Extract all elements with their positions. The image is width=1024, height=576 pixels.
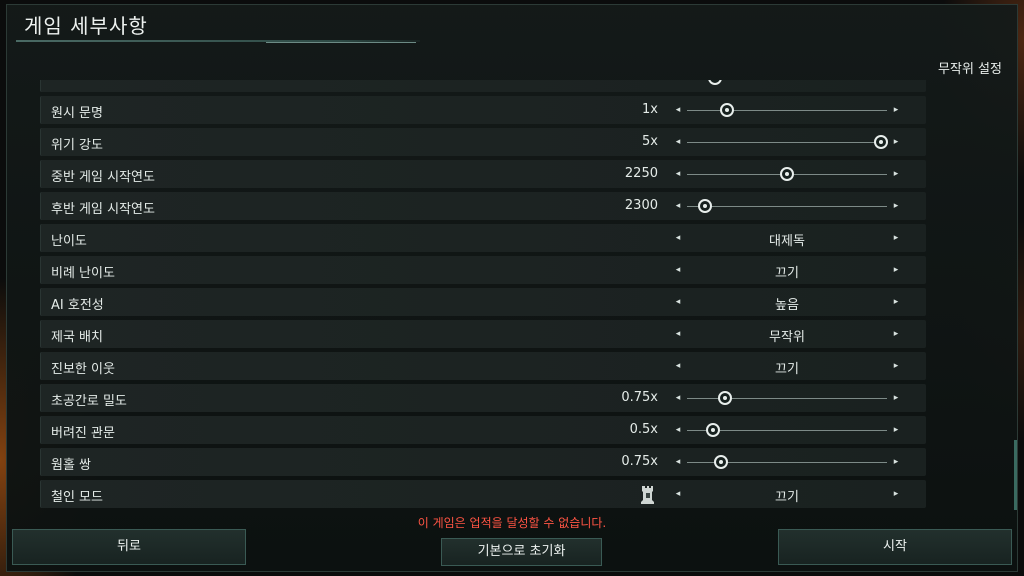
setting-row: 진보한 이웃 ◂ ▸ 끄기 bbox=[40, 352, 926, 380]
increase-arrow-icon[interactable]: ▸ bbox=[891, 198, 901, 214]
setting-choice-value[interactable]: 대제독 bbox=[687, 230, 887, 249]
decrease-arrow-icon[interactable]: ◂ bbox=[673, 358, 683, 374]
slider-knob[interactable] bbox=[714, 455, 728, 469]
decrease-arrow-icon[interactable]: ◂ bbox=[673, 198, 683, 214]
setting-value: 2250 bbox=[624, 166, 658, 181]
decrease-arrow-icon[interactable]: ◂ bbox=[673, 166, 683, 182]
setting-row: 난이도 ◂ ▸ 대제독 bbox=[40, 224, 926, 252]
decrease-arrow-icon[interactable]: ◂ bbox=[673, 230, 683, 246]
increase-arrow-icon[interactable]: ▸ bbox=[891, 80, 901, 86]
decrease-arrow-icon[interactable]: ◂ bbox=[673, 262, 683, 278]
title-divider bbox=[16, 40, 420, 43]
setting-value: 0.5x bbox=[629, 422, 658, 437]
increase-arrow-icon[interactable]: ▸ bbox=[891, 422, 901, 438]
setting-label: 비례 난이도 bbox=[51, 266, 115, 281]
setting-label: 후반 게임 시작연도 bbox=[51, 202, 155, 217]
setting-label: 위기 강도 bbox=[51, 138, 103, 153]
setting-row: 초공간로 밀도 ◂ ▸ 0.75x bbox=[40, 384, 926, 412]
slider-track[interactable] bbox=[687, 110, 887, 111]
setting-label: 철인 모드 bbox=[51, 490, 103, 505]
setting-choice-value[interactable]: 끄기 bbox=[687, 358, 887, 377]
increase-arrow-icon[interactable]: ▸ bbox=[891, 326, 901, 342]
back-button[interactable]: 뒤로 bbox=[12, 529, 246, 565]
setting-row: 중반 게임 시작연도 ◂ ▸ 2250 bbox=[40, 160, 926, 188]
slider-knob[interactable] bbox=[708, 80, 722, 85]
increase-arrow-icon[interactable]: ▸ bbox=[891, 262, 901, 278]
setting-choice-value[interactable]: 끄기 bbox=[687, 262, 887, 281]
decrease-arrow-icon[interactable]: ◂ bbox=[673, 80, 683, 86]
setting-choice-value[interactable]: 무작위 bbox=[687, 326, 887, 345]
setting-label: 제국 배치 bbox=[51, 330, 103, 345]
decrease-arrow-icon[interactable]: ◂ bbox=[673, 134, 683, 150]
reset-defaults-button[interactable]: 기본으로 초기화 bbox=[441, 538, 602, 566]
increase-arrow-icon[interactable]: ▸ bbox=[891, 390, 901, 406]
setting-value: 0.75x bbox=[621, 454, 658, 469]
setting-row: AI 호전성 ◂ ▸ 높음 bbox=[40, 288, 926, 316]
setting-row: 후반 게임 시작연도 ◂ ▸ 2300 bbox=[40, 192, 926, 220]
setting-value: 5x bbox=[642, 134, 658, 149]
setting-label: 난이도 bbox=[51, 234, 87, 249]
setting-label: 진보한 이웃 bbox=[51, 362, 115, 377]
decrease-arrow-icon[interactable]: ◂ bbox=[673, 390, 683, 406]
page-title: 게임 세부사항 bbox=[24, 14, 148, 38]
increase-arrow-icon[interactable]: ▸ bbox=[891, 166, 901, 182]
setting-row: ◂▸ bbox=[40, 80, 926, 92]
slider-knob[interactable] bbox=[706, 423, 720, 437]
setting-row: 웜홀 쌍 ◂ ▸ 0.75x bbox=[40, 448, 926, 476]
increase-arrow-icon[interactable]: ▸ bbox=[891, 454, 901, 470]
decrease-arrow-icon[interactable]: ◂ bbox=[673, 422, 683, 438]
decrease-arrow-icon[interactable]: ◂ bbox=[673, 326, 683, 342]
setting-row: 제국 배치 ◂ ▸ 무작위 bbox=[40, 320, 926, 348]
setting-row: 버려진 관문 ◂ ▸ 0.5x bbox=[40, 416, 926, 444]
setting-label: 원시 문명 bbox=[51, 106, 103, 121]
scrollbar[interactable] bbox=[1014, 440, 1017, 510]
increase-arrow-icon[interactable]: ▸ bbox=[891, 294, 901, 310]
setting-label: 중반 게임 시작연도 bbox=[51, 170, 155, 185]
slider-knob[interactable] bbox=[698, 199, 712, 213]
slider-knob[interactable] bbox=[720, 103, 734, 117]
setting-row: 비례 난이도 ◂ ▸ 끄기 bbox=[40, 256, 926, 284]
setting-row: 철인 모드 ◂ ▸ 끄기 bbox=[40, 480, 926, 508]
setting-choice-value[interactable]: 높음 bbox=[687, 294, 887, 313]
setting-label: 버려진 관문 bbox=[51, 426, 115, 441]
setting-choice-value[interactable]: 끄기 bbox=[687, 486, 887, 505]
setting-value: 0.75x bbox=[621, 390, 658, 405]
increase-arrow-icon[interactable]: ▸ bbox=[891, 486, 901, 502]
slider-knob[interactable] bbox=[874, 135, 888, 149]
settings-list: ◂▸원시 문명◂▸1x위기 강도◂▸5x중반 게임 시작연도◂▸2250후반 게… bbox=[40, 80, 926, 508]
increase-arrow-icon[interactable]: ▸ bbox=[891, 102, 901, 118]
decrease-arrow-icon[interactable]: ◂ bbox=[673, 454, 683, 470]
setting-label: 초공간로 밀도 bbox=[51, 394, 127, 409]
decrease-arrow-icon[interactable]: ◂ bbox=[673, 486, 683, 502]
slider-knob[interactable] bbox=[718, 391, 732, 405]
slider-track[interactable] bbox=[687, 142, 887, 143]
setting-label: AI 호전성 bbox=[51, 298, 104, 313]
slider-track[interactable] bbox=[687, 206, 887, 207]
setting-value: 2300 bbox=[624, 198, 658, 213]
increase-arrow-icon[interactable]: ▸ bbox=[891, 230, 901, 246]
slider-track[interactable] bbox=[687, 398, 887, 399]
decrease-arrow-icon[interactable]: ◂ bbox=[673, 294, 683, 310]
setting-row: 위기 강도 ◂ ▸ 5x bbox=[40, 128, 926, 156]
random-settings-button[interactable]: 무작위 설정 bbox=[930, 58, 1010, 78]
setting-value: 1x bbox=[642, 102, 658, 117]
decrease-arrow-icon[interactable]: ◂ bbox=[673, 102, 683, 118]
increase-arrow-icon[interactable]: ▸ bbox=[891, 358, 901, 374]
setting-row: 원시 문명 ◂ ▸ 1x bbox=[40, 96, 926, 124]
start-button[interactable]: 시작 bbox=[778, 529, 1012, 565]
increase-arrow-icon[interactable]: ▸ bbox=[891, 134, 901, 150]
slider-knob[interactable] bbox=[780, 167, 794, 181]
setting-label: 웜홀 쌍 bbox=[51, 458, 92, 473]
castle-tower-icon bbox=[641, 484, 655, 504]
